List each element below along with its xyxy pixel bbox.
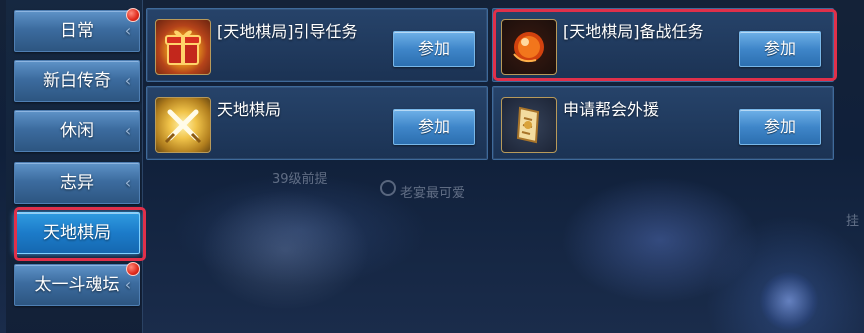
task-title: [天地棋局]引导任务 <box>217 22 358 41</box>
task-card-chess: 天地棋局 参加 <box>146 86 488 160</box>
task-card-guild-support: 申请帮会外援 参加 <box>492 86 834 160</box>
tab-heaven-earth-chess[interactable]: 天地棋局 <box>14 212 140 254</box>
join-button[interactable]: 参加 <box>393 109 475 145</box>
task-title: [天地棋局]备战任务 <box>563 22 704 41</box>
tab-heaven-earth-chess-label: 天地棋局 <box>43 223 111 243</box>
scroll-token-icon <box>501 97 557 153</box>
tab-new-legend[interactable]: 新白传奇 ‹ <box>14 60 140 102</box>
join-button[interactable]: 参加 <box>739 31 821 67</box>
background-swirl-icon <box>760 272 818 330</box>
category-sidebar: 日常 ‹ 新白传奇 ‹ 休闲 ‹ 志异 ‹ 天地棋局 太一斗魂坛 ‹ <box>6 0 143 333</box>
background-character-silhouette <box>200 190 370 310</box>
tab-taiyi-soul-altar[interactable]: 太一斗魂坛 ‹ <box>14 264 140 306</box>
task-title: 申请帮会外援 <box>563 100 660 119</box>
background-status-hint: 老宴最可爱 <box>400 186 466 201</box>
tab-leisure[interactable]: 休闲 ‹ <box>14 110 140 152</box>
tab-strange-tales[interactable]: 志异 ‹ <box>14 162 140 204</box>
tab-leisure-label: 休闲 <box>60 121 94 141</box>
fire-orb-icon <box>501 19 557 75</box>
red-dot-notification-icon <box>126 8 140 22</box>
background-circle-icon <box>380 180 396 196</box>
background-level-hint: 39级前提 <box>272 172 328 187</box>
chevron-left-icon: ‹ <box>124 21 132 40</box>
crossed-swords-icon <box>155 97 211 153</box>
gift-box-icon <box>155 19 211 75</box>
tab-taiyi-soul-altar-label: 太一斗魂坛 <box>34 275 120 295</box>
background-side-char: 挂 <box>846 214 860 229</box>
task-card-preparation: [天地棋局]备战任务 参加 <box>492 8 834 82</box>
tab-daily-label: 日常 <box>60 21 94 41</box>
game-activity-panel: 39级前提 老宴最可爱 挂 日常 ‹ 新白传奇 ‹ 休闲 ‹ 志异 ‹ 天地棋局… <box>0 0 864 333</box>
task-title: 天地棋局 <box>217 100 282 119</box>
chevron-left-icon: ‹ <box>124 275 132 294</box>
chevron-left-icon: ‹ <box>124 121 132 140</box>
chevron-left-icon: ‹ <box>124 173 132 192</box>
join-button[interactable]: 参加 <box>393 31 475 67</box>
tab-new-legend-label: 新白传奇 <box>43 71 111 91</box>
tab-daily[interactable]: 日常 ‹ <box>14 10 140 52</box>
red-dot-notification-icon <box>126 262 140 276</box>
task-card-guide: [天地棋局]引导任务 参加 <box>146 8 488 82</box>
tab-strange-tales-label: 志异 <box>60 173 94 193</box>
join-button[interactable]: 参加 <box>739 109 821 145</box>
chevron-left-icon: ‹ <box>124 71 132 90</box>
